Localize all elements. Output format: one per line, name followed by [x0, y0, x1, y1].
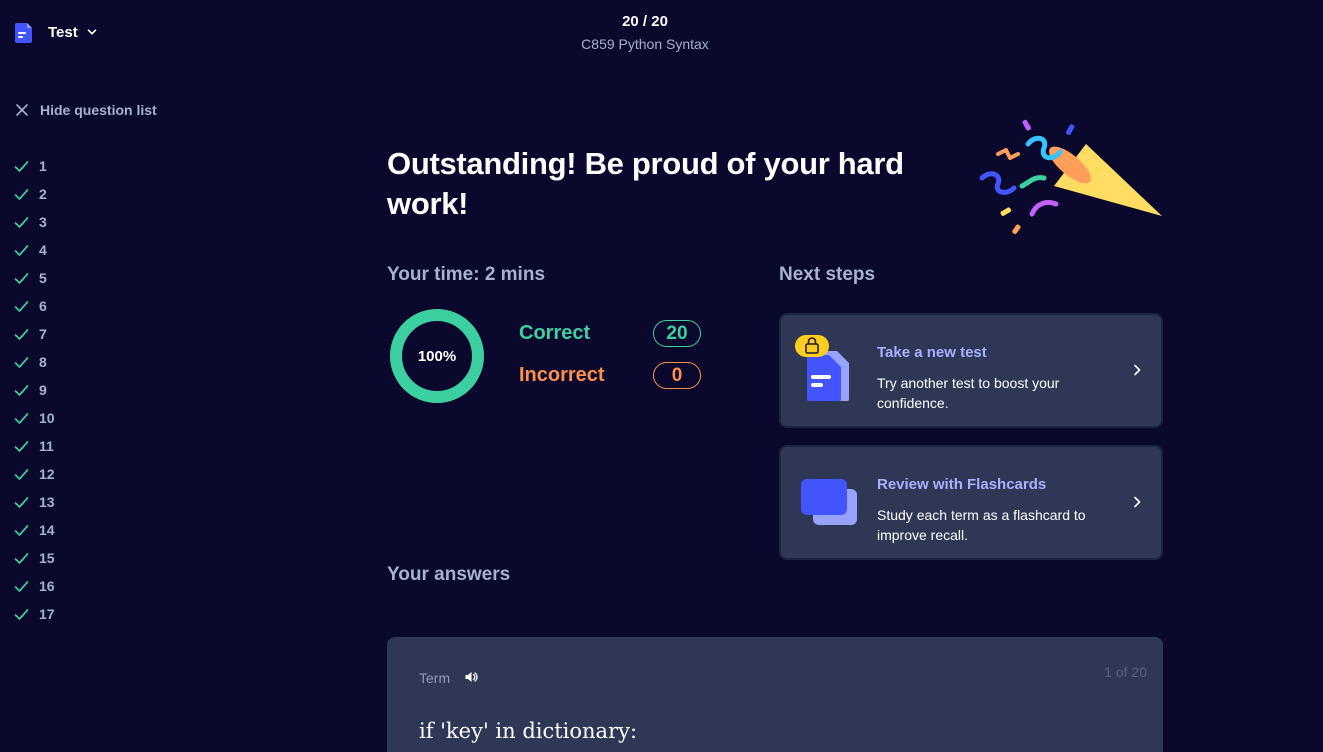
- question-number: 4: [39, 242, 47, 258]
- set-title: C859 Python Syntax: [581, 36, 709, 52]
- question-number: 1: [39, 158, 47, 174]
- party-popper-icon: [979, 119, 1162, 235]
- question-number: 3: [39, 214, 47, 230]
- question-number: 15: [39, 550, 55, 566]
- progress-header: 20 / 20 C859 Python Syntax: [30, 13, 1260, 52]
- check-icon: [14, 496, 29, 508]
- chevron-right-icon: [1134, 496, 1141, 508]
- answer-card: Term 1 of 20 if 'key' in dictionary:: [387, 637, 1163, 752]
- speaker-icon[interactable]: [464, 670, 478, 684]
- question-item[interactable]: 15: [14, 544, 55, 572]
- incorrect-count-badge: 0: [653, 362, 701, 389]
- question-item[interactable]: 16: [14, 572, 55, 600]
- question-number: 17: [39, 606, 55, 622]
- correct-count-badge: 20: [653, 320, 701, 347]
- review-flashcards-description: Study each term as a flashcard to improv…: [877, 507, 1086, 543]
- check-icon: [14, 356, 29, 368]
- question-item[interactable]: 10: [14, 404, 55, 432]
- question-item[interactable]: 9: [14, 376, 55, 404]
- check-icon: [14, 468, 29, 480]
- locked-test-icon: [795, 335, 849, 401]
- check-icon: [14, 440, 29, 452]
- take-new-test-description: Try another test to boost your confidenc…: [877, 375, 1060, 411]
- check-icon: [14, 300, 29, 312]
- close-icon: [16, 104, 28, 116]
- question-number: 14: [39, 522, 55, 538]
- hide-question-list-label: Hide question list: [40, 102, 157, 118]
- question-number: 10: [39, 410, 55, 426]
- question-item[interactable]: 17: [14, 600, 55, 628]
- check-icon: [14, 188, 29, 200]
- your-time-label: Your time: 2 mins: [387, 264, 546, 285]
- question-item[interactable]: 1: [14, 152, 55, 180]
- question-item[interactable]: 12: [14, 460, 55, 488]
- correct-stat-row: Correct 20: [519, 320, 701, 347]
- check-icon: [14, 328, 29, 340]
- question-item[interactable]: 4: [14, 236, 55, 264]
- incorrect-stat-row: Incorrect 0: [519, 362, 701, 389]
- chevron-right-icon: [1134, 364, 1141, 376]
- your-answers-label: Your answers: [387, 564, 511, 585]
- next-steps-label: Next steps: [779, 264, 876, 285]
- incorrect-label: Incorrect: [519, 364, 605, 386]
- check-icon: [14, 384, 29, 396]
- question-item[interactable]: 3: [14, 208, 55, 236]
- question-number: 6: [39, 298, 47, 314]
- flashcards-icon: [801, 479, 857, 525]
- review-flashcards-card[interactable]: Review with Flashcards Study each term a…: [779, 445, 1163, 560]
- progress-count: 20 / 20: [622, 13, 668, 30]
- check-icon: [14, 608, 29, 620]
- question-number: 11: [39, 438, 54, 454]
- question-number: 12: [39, 466, 55, 482]
- check-icon: [14, 580, 29, 592]
- check-icon: [14, 216, 29, 228]
- question-item[interactable]: 6: [14, 292, 55, 320]
- question-item[interactable]: 13: [14, 488, 55, 516]
- question-list: 1 2 3 4 5 6 7 8 9 10 11 12 13 14 15 16 1…: [14, 152, 55, 628]
- score-percent: 100%: [417, 347, 457, 365]
- results-headline: Outstanding! Be proud of your hard work!: [387, 146, 904, 221]
- question-number: 5: [39, 270, 47, 286]
- question-number: 7: [39, 326, 47, 342]
- review-flashcards-title: Review with Flashcards: [877, 476, 1047, 493]
- question-item[interactable]: 7: [14, 320, 55, 348]
- term-text: if 'key' in dictionary:: [419, 719, 638, 743]
- question-item[interactable]: 11: [14, 432, 55, 460]
- question-item[interactable]: 5: [14, 264, 55, 292]
- question-number: 2: [39, 186, 47, 202]
- question-item[interactable]: 8: [14, 348, 55, 376]
- correct-label: Correct: [519, 322, 591, 344]
- check-icon: [14, 272, 29, 284]
- question-number: 13: [39, 494, 55, 510]
- take-new-test-card[interactable]: Take a new test Try another test to boos…: [779, 313, 1163, 428]
- question-number: 16: [39, 578, 55, 594]
- check-icon: [14, 524, 29, 536]
- question-item[interactable]: 2: [14, 180, 55, 208]
- hide-question-list-button[interactable]: Hide question list: [15, 102, 157, 118]
- top-bar: Test 20 / 20 C859 Python Syntax: [0, 0, 1323, 64]
- take-new-test-title: Take a new test: [877, 344, 987, 361]
- answer-counter: 1 of 20: [1104, 664, 1147, 680]
- check-icon: [14, 412, 29, 424]
- check-icon: [14, 244, 29, 256]
- check-icon: [14, 160, 29, 172]
- term-label: Term: [419, 670, 451, 686]
- check-icon: [14, 552, 29, 564]
- question-number: 9: [39, 382, 47, 398]
- question-item[interactable]: 14: [14, 516, 55, 544]
- question-number: 8: [39, 354, 47, 370]
